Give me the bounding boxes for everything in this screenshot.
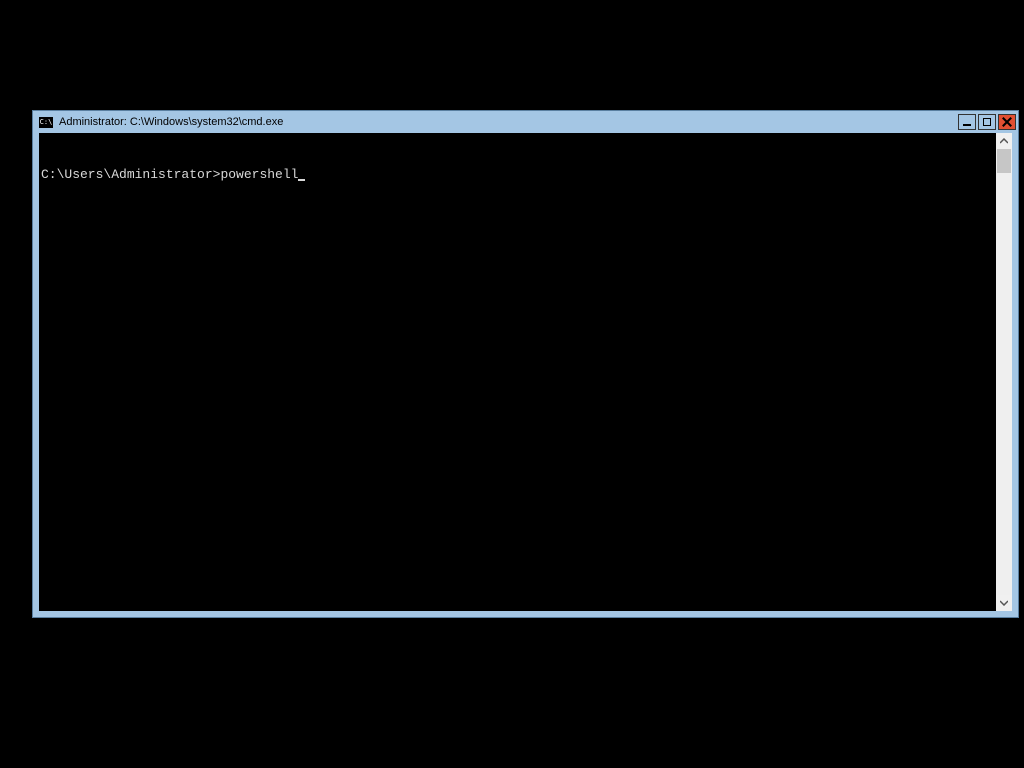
titlebar[interactable]: C:\ Administrator: C:\Windows\system32\c… [33,111,1018,133]
maximize-button[interactable] [978,114,996,130]
chevron-up-icon [1000,138,1008,144]
maximize-icon [983,118,991,126]
minimize-button[interactable] [958,114,976,130]
terminal-input: powershell [220,167,298,182]
cmd-window: C:\ Administrator: C:\Windows\system32\c… [32,110,1019,618]
terminal-prompt-line: C:\Users\Administrator>powershell [41,167,305,182]
scroll-down-button[interactable] [996,595,1012,611]
chevron-down-icon [1000,600,1008,606]
window-title: Administrator: C:\Windows\system32\cmd.e… [59,116,958,128]
terminal-prompt: C:\Users\Administrator> [41,167,220,182]
scroll-up-button[interactable] [996,133,1012,149]
window-controls [958,114,1016,130]
minimize-icon [963,124,971,126]
cmd-icon: C:\ [39,117,53,128]
terminal-area[interactable]: C:\Users\Administrator>powershell [39,133,996,611]
scrollbar-thumb[interactable] [997,149,1011,173]
cmd-icon-label: C:\ [40,119,53,126]
terminal-cursor [298,179,305,181]
vertical-scrollbar[interactable] [996,133,1012,611]
close-button[interactable] [998,114,1016,130]
scrollbar-track[interactable] [996,149,1012,595]
close-icon [1002,117,1012,127]
window-body: C:\Users\Administrator>powershell [39,133,1012,611]
